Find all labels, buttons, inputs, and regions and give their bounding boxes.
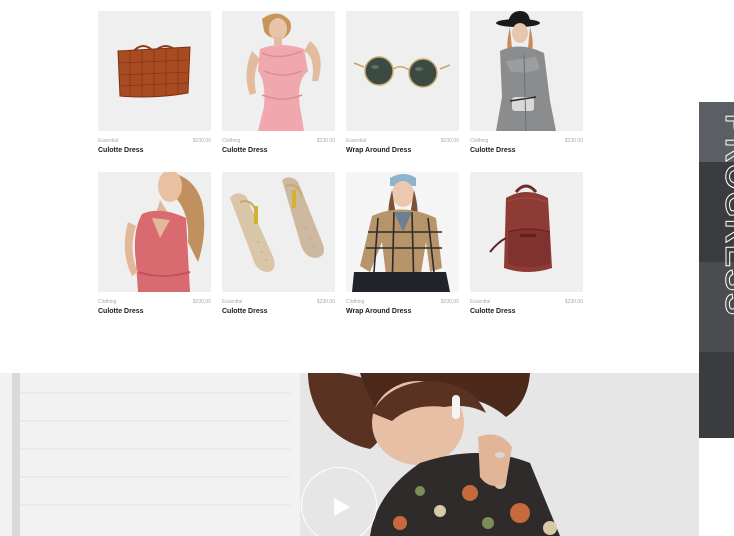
product-image-pink-sleeveless[interactable] <box>98 172 211 292</box>
product-card[interactable]: Essential $230.00 Culotte Dress <box>98 11 211 154</box>
product-category: Clothing <box>346 299 365 305</box>
product-card[interactable]: Clothing $230.00 Wrap Around Dress <box>346 172 459 315</box>
product-name[interactable]: Culotte Dress <box>222 147 335 154</box>
product-price: $230.00 <box>192 299 211 305</box>
product-name[interactable]: Culotte Dress <box>222 308 335 315</box>
side-banner: PROGRESS <box>699 102 734 438</box>
product-card[interactable]: Essential $230.00 Culotte Dress <box>470 172 583 315</box>
play-button[interactable] <box>301 467 377 536</box>
product-image-sunglasses[interactable] <box>346 11 459 131</box>
product-card[interactable]: Essential $230.00 Culotte Dress <box>222 172 335 315</box>
product-price: $230.00 <box>564 299 583 305</box>
product-image-handbag[interactable] <box>98 11 211 131</box>
side-banner-text: PROGRESS <box>719 114 734 317</box>
product-meta: Essential $230.00 <box>98 138 211 144</box>
product-meta: Clothing $230.00 <box>98 299 211 305</box>
product-meta: Clothing $230.00 <box>346 299 459 305</box>
play-icon[interactable] <box>302 468 378 536</box>
product-category: Essential <box>346 138 367 144</box>
product-image-grey-coat[interactable] <box>470 11 583 131</box>
product-category: Clothing <box>470 138 489 144</box>
product-price: $230.00 <box>564 138 583 144</box>
product-card[interactable]: Clothing $230.00 Culotte Dress <box>98 172 211 315</box>
product-name[interactable]: Culotte Dress <box>98 308 211 315</box>
product-price: $230.00 <box>316 138 335 144</box>
hero-video-banner[interactable] <box>0 373 699 536</box>
product-name[interactable]: Wrap Around Dress <box>346 147 459 154</box>
product-price: $230.00 <box>440 299 459 305</box>
product-meta: Essential $230.00 <box>346 138 459 144</box>
product-category: Essential <box>222 299 243 305</box>
product-category: Clothing <box>222 138 241 144</box>
product-card[interactable]: Clothing $230.00 Culotte Dress <box>470 11 583 154</box>
product-name[interactable]: Wrap Around Dress <box>346 308 459 315</box>
product-image-plaid-shirt[interactable] <box>346 172 459 292</box>
product-image-sandals[interactable] <box>222 172 335 292</box>
product-meta: Clothing $230.00 <box>470 138 583 144</box>
product-name[interactable]: Culotte Dress <box>470 308 583 315</box>
product-name[interactable]: Culotte Dress <box>98 147 211 154</box>
product-category: Essential <box>470 299 491 305</box>
product-price: $230.00 <box>440 138 459 144</box>
product-category: Essential <box>98 138 119 144</box>
product-meta: Essential $230.00 <box>470 299 583 305</box>
product-card[interactable]: Essential $230.00 Wrap Around Dress <box>346 11 459 154</box>
product-price: $230.00 <box>316 299 335 305</box>
product-image-pink-dress[interactable] <box>222 11 335 131</box>
product-price: $230.00 <box>192 138 211 144</box>
product-meta: Essential $230.00 <box>222 299 335 305</box>
product-card[interactable]: Clothing $230.00 Culotte Dress <box>222 11 335 154</box>
product-name[interactable]: Culotte Dress <box>470 147 583 154</box>
product-category: Clothing <box>98 299 117 305</box>
product-image-backpack[interactable] <box>470 172 583 292</box>
product-meta: Clothing $230.00 <box>222 138 335 144</box>
